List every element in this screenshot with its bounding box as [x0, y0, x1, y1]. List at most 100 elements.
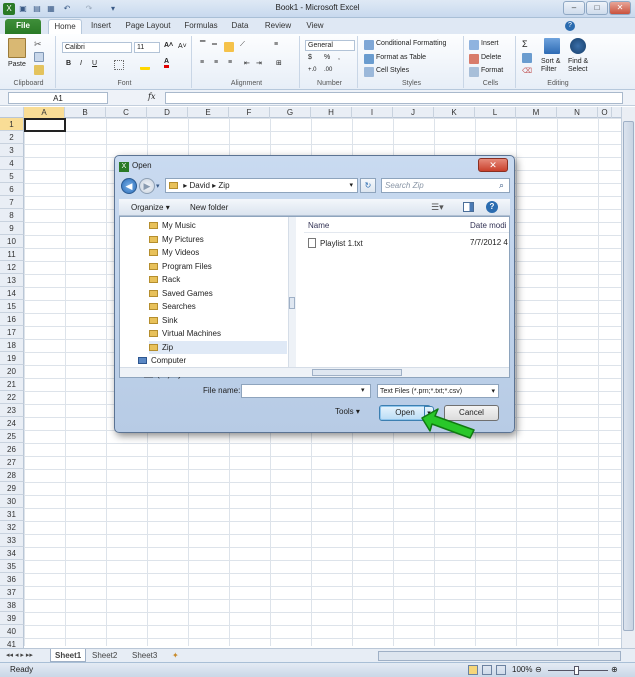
row-header-21[interactable]: 21: [0, 378, 24, 391]
row-header-16[interactable]: 16: [0, 313, 24, 326]
row-header-23[interactable]: 23: [0, 404, 24, 417]
row-header-1[interactable]: 1: [0, 118, 24, 131]
search-input[interactable]: Search Zip: [381, 178, 510, 193]
insert-cells-button[interactable]: Insert: [481, 40, 499, 47]
nav-item-rack[interactable]: Rack: [149, 273, 180, 286]
row-header-24[interactable]: 24: [0, 417, 24, 430]
dialog-close-button[interactable]: ✕: [478, 158, 508, 172]
preview-pane-icon[interactable]: [463, 202, 474, 212]
find-select-icon[interactable]: [570, 38, 586, 54]
align-right-icon[interactable]: ≡: [228, 59, 232, 66]
align-bottom-icon[interactable]: [224, 42, 234, 52]
nav-item-saved-games[interactable]: Saved Games: [149, 287, 213, 300]
file-name-input[interactable]: [241, 384, 371, 398]
row-header-6[interactable]: 6: [0, 183, 24, 196]
comma-icon[interactable]: ,: [338, 54, 340, 61]
column-header-o[interactable]: O: [598, 107, 612, 118]
row-header-25[interactable]: 25: [0, 430, 24, 443]
find-select-label-2[interactable]: Select: [568, 66, 587, 73]
formula-input[interactable]: [165, 92, 623, 104]
organize-button[interactable]: Organize ▾: [131, 203, 170, 212]
fill-color-icon[interactable]: [140, 60, 150, 70]
horizontal-scrollbar[interactable]: [378, 651, 621, 661]
row-header-2[interactable]: 2: [0, 131, 24, 144]
align-middle-icon[interactable]: ═: [212, 41, 217, 48]
minimize-button[interactable]: –: [563, 1, 585, 15]
tab-view[interactable]: View: [303, 19, 327, 34]
row-header-28[interactable]: 28: [0, 469, 24, 482]
row-header-8[interactable]: 8: [0, 209, 24, 222]
sheet-tab-3[interactable]: Sheet3: [128, 649, 161, 662]
scroll-thumb[interactable]: [623, 121, 634, 631]
row-header-29[interactable]: 29: [0, 482, 24, 495]
row-header-10[interactable]: 10: [0, 235, 24, 248]
row-header-4[interactable]: 4: [0, 157, 24, 170]
page-break-view-icon[interactable]: [496, 665, 506, 675]
format-painter-icon[interactable]: [34, 65, 44, 75]
row-header-22[interactable]: 22: [0, 391, 24, 404]
nav-item-sink[interactable]: Sink: [149, 314, 178, 327]
row-header-40[interactable]: 40: [0, 625, 24, 638]
row-header-11[interactable]: 11: [0, 248, 24, 261]
nav-item-my-pictures[interactable]: My Pictures: [149, 233, 204, 246]
row-header-15[interactable]: 15: [0, 300, 24, 313]
row-header-19[interactable]: 19: [0, 352, 24, 365]
column-header-d[interactable]: D: [147, 107, 188, 118]
row-header-26[interactable]: 26: [0, 443, 24, 456]
format-as-table-button[interactable]: Format as Table: [376, 54, 426, 61]
row-header-18[interactable]: 18: [0, 339, 24, 352]
zoom-slider-thumb[interactable]: [574, 666, 579, 675]
column-date-header[interactable]: Date modi: [470, 221, 506, 230]
sort-filter-icon[interactable]: [544, 38, 560, 54]
column-header-h[interactable]: H: [311, 107, 352, 118]
help-dialog-icon[interactable]: ?: [486, 201, 498, 213]
nav-item-computer[interactable]: Computer: [138, 354, 186, 367]
row-header-32[interactable]: 32: [0, 521, 24, 534]
column-header-f[interactable]: F: [229, 107, 270, 118]
row-header-35[interactable]: 35: [0, 560, 24, 573]
tab-formulas[interactable]: Formulas: [182, 19, 220, 34]
breadcrumb-david[interactable]: David: [189, 181, 209, 190]
column-header-j[interactable]: J: [393, 107, 434, 118]
normal-view-icon[interactable]: [468, 665, 478, 675]
page-layout-view-icon[interactable]: [482, 665, 492, 675]
cut-icon[interactable]: ✂: [34, 39, 44, 49]
row-header-12[interactable]: 12: [0, 261, 24, 274]
tools-button[interactable]: Tools ▾: [335, 407, 360, 416]
zoom-in-icon[interactable]: ⊕: [611, 665, 618, 674]
address-bar[interactable]: ▸ David ▸ Zip ▾: [165, 178, 358, 193]
zoom-level[interactable]: 100%: [512, 665, 532, 674]
row-header-37[interactable]: 37: [0, 586, 24, 599]
copy-icon[interactable]: [34, 52, 44, 62]
insert-sheet-icon[interactable]: ✦: [168, 649, 183, 662]
percent-icon[interactable]: %: [324, 54, 330, 61]
align-center-icon[interactable]: ≡: [214, 59, 218, 66]
clear-icon[interactable]: ⌫: [522, 67, 532, 75]
sheet-tab-2[interactable]: Sheet2: [88, 649, 121, 662]
decrease-indent-icon[interactable]: ⇤: [244, 59, 250, 67]
row-header-3[interactable]: 3: [0, 144, 24, 157]
tab-data[interactable]: Data: [229, 19, 251, 34]
view-options-icon[interactable]: ☰▾: [431, 202, 444, 213]
row-header-5[interactable]: 5: [0, 170, 24, 183]
help-icon[interactable]: ?: [565, 21, 575, 31]
column-header-n[interactable]: N: [557, 107, 598, 118]
recent-locations-icon[interactable]: ▾: [156, 182, 160, 190]
row-header-38[interactable]: 38: [0, 599, 24, 612]
tab-home[interactable]: Home: [48, 19, 82, 34]
row-header-9[interactable]: 9: [0, 222, 24, 235]
nav-item-my-videos[interactable]: My Videos: [149, 246, 199, 259]
wrap-text-icon[interactable]: ≡: [274, 41, 278, 48]
paste-label[interactable]: Paste: [8, 61, 26, 68]
bold-icon[interactable]: B: [66, 60, 71, 67]
nav-item-virtual-machines[interactable]: Virtual Machines: [149, 327, 221, 340]
name-box[interactable]: A1: [8, 92, 108, 104]
forward-button[interactable]: ▶: [139, 178, 155, 194]
refresh-icon[interactable]: ↻: [360, 178, 376, 193]
column-header-m[interactable]: M: [516, 107, 557, 118]
search-icon[interactable]: ⌕: [499, 180, 504, 191]
font-name-select[interactable]: Calibri: [62, 42, 132, 53]
increase-decimal-icon[interactable]: +.0: [308, 67, 317, 73]
row-header-7[interactable]: 7: [0, 196, 24, 209]
close-window-button[interactable]: ✕: [609, 1, 631, 15]
